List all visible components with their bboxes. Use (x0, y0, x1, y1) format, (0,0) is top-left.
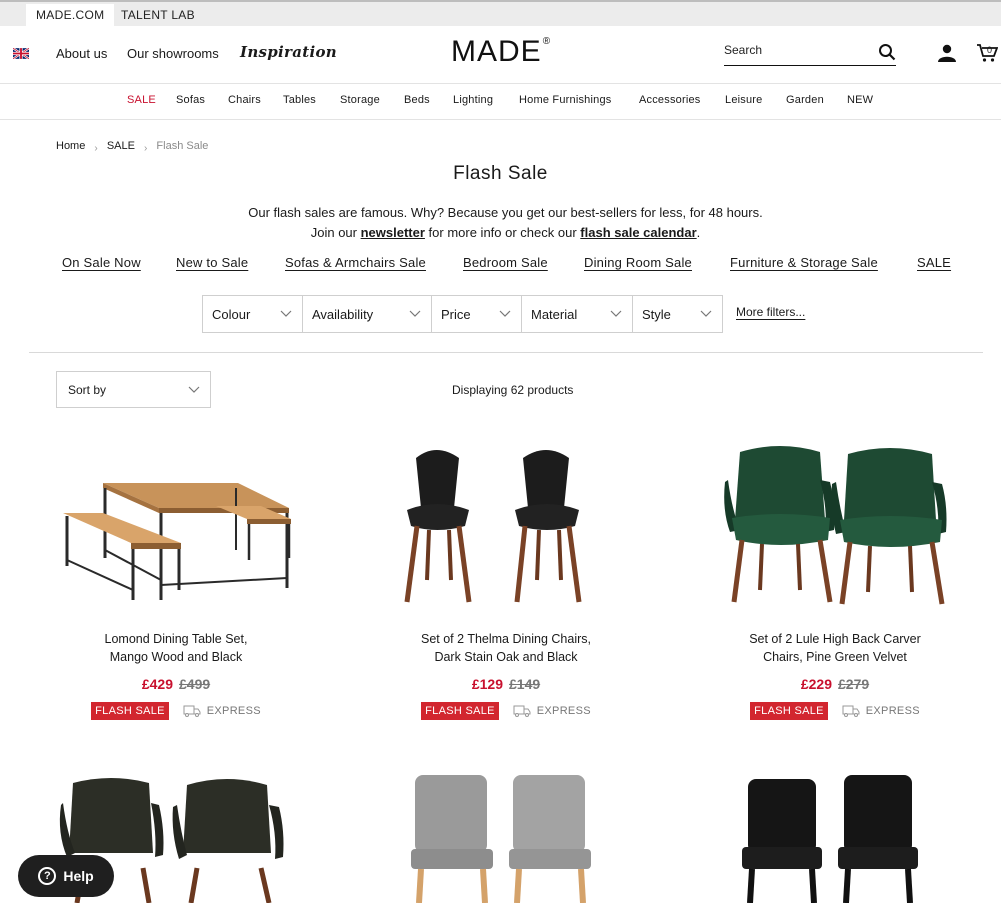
product-image[interactable] (670, 440, 1000, 620)
help-button[interactable]: ? Help (18, 855, 114, 897)
nav-chairs[interactable]: Chairs (228, 94, 261, 106)
category-dining-room-sale[interactable]: Dining Room Sale (584, 255, 692, 270)
nav-sofas[interactable]: Sofas (176, 94, 205, 106)
site-switcher: MADE.COM TALENT LAB (0, 0, 1001, 26)
category-sale[interactable]: SALE (917, 255, 951, 270)
flash-sale-badge: FLASH SALE (750, 702, 828, 720)
intro-line-1: Our flash sales are famous. Why? Because… (248, 205, 763, 220)
product-image[interactable] (670, 773, 1000, 903)
express-delivery-label: EXPRESS (206, 705, 261, 717)
divider (29, 352, 983, 353)
nav-leisure[interactable]: Leisure (725, 94, 762, 106)
account-icon[interactable] (937, 44, 957, 62)
category-on-sale-now[interactable]: On Sale Now (62, 255, 141, 270)
product-badges: FLASH SALE EXPRESS (341, 702, 671, 720)
breadcrumb: Home › SALE › Flash Sale (56, 140, 209, 154)
product-image[interactable] (11, 440, 341, 620)
intro-line-2: Join our newsletter for more info or che… (310, 225, 701, 240)
chevron-down-icon (188, 386, 200, 393)
nav-garden[interactable]: Garden (786, 94, 824, 106)
was-price: £279 (838, 676, 870, 692)
product-badges: FLASH SALE EXPRESS (670, 702, 1000, 720)
product-badges: FLASH SALE EXPRESS (11, 702, 341, 720)
sale-price: £129 (471, 676, 503, 692)
flash-sale-calendar-link[interactable]: flash sale calendar (580, 225, 696, 240)
basket-count: 0 (987, 45, 993, 55)
flash-sale-badge: FLASH SALE (91, 702, 169, 720)
made-logo[interactable]: MADE® (451, 35, 551, 69)
filter-bar: Colour Availability Price Material Style (202, 295, 723, 333)
showrooms-link[interactable]: Our showrooms (127, 46, 219, 61)
nav-accessories[interactable]: Accessories (639, 94, 701, 106)
nav-storage[interactable]: Storage (340, 94, 380, 106)
page-intro: Our flash sales are famous. Why? Because… (0, 203, 1001, 243)
sale-price: £229 (800, 676, 832, 692)
nav-tables[interactable]: Tables (283, 94, 316, 106)
tab-made-com[interactable]: MADE.COM (26, 4, 115, 26)
product-image[interactable] (341, 773, 671, 903)
filter-style[interactable]: Style (632, 295, 723, 333)
nav-beds[interactable]: Beds (404, 94, 430, 106)
breadcrumb-current: Flash Sale (156, 140, 209, 152)
was-price: £499 (179, 676, 211, 692)
search-input[interactable] (724, 40, 864, 57)
nav-sale[interactable]: SALE (127, 94, 156, 106)
product-name[interactable]: Set of 2 Thelma Dining Chairs, Dark Stai… (341, 630, 671, 666)
express-delivery-label: EXPRESS (865, 705, 920, 717)
results-count: Displaying 62 products (452, 383, 574, 397)
tab-talent-lab[interactable]: TALENT LAB (111, 4, 205, 26)
truck-icon (842, 705, 860, 717)
product-name[interactable]: Set of 2 Lule High Back Carver Chairs, P… (670, 630, 1000, 666)
express-delivery-label: EXPRESS (536, 705, 591, 717)
chevron-down-icon (610, 310, 622, 317)
category-new-to-sale[interactable]: New to Sale (176, 255, 248, 270)
main-navigation: SALE Sofas Chairs Tables Storage Beds Li… (0, 84, 1001, 120)
nav-lighting[interactable]: Lighting (453, 94, 493, 106)
filter-material[interactable]: Material (521, 295, 633, 333)
category-sofas-armchairs-sale[interactable]: Sofas & Armchairs Sale (285, 255, 426, 270)
truck-icon (183, 705, 201, 717)
filter-availability[interactable]: Availability (302, 295, 432, 333)
uk-flag-icon[interactable] (13, 48, 29, 59)
chevron-right-icon: › (94, 143, 98, 154)
newsletter-link[interactable]: newsletter (361, 225, 425, 240)
search-bar (724, 40, 896, 66)
sale-price: £429 (141, 676, 173, 692)
chevron-down-icon (280, 310, 292, 317)
more-filters-link[interactable]: More filters... (736, 305, 805, 319)
category-bedroom-sale[interactable]: Bedroom Sale (463, 255, 548, 270)
page-title: Flash Sale (453, 163, 548, 184)
was-price: £149 (509, 676, 541, 692)
flash-sale-badge: FLASH SALE (421, 702, 499, 720)
category-furniture-storage-sale[interactable]: Furniture & Storage Sale (730, 255, 878, 270)
inspiration-link[interactable]: Inspiration (240, 43, 337, 61)
filter-price[interactable]: Price (431, 295, 522, 333)
product-image[interactable] (341, 440, 671, 620)
sort-by-select[interactable]: Sort by (56, 371, 211, 408)
chevron-right-icon: › (144, 143, 148, 154)
question-icon: ? (38, 867, 57, 885)
nav-home-furnishings[interactable]: Home Furnishings (519, 94, 611, 106)
site-header: About us Our showrooms Inspiration MADE®… (0, 26, 1001, 84)
product-price: £129 £149 (341, 676, 671, 692)
product-name[interactable]: Lomond Dining Table Set, Mango Wood and … (11, 630, 341, 666)
nav-new[interactable]: NEW (847, 94, 873, 106)
about-us-link[interactable]: About us (56, 46, 107, 61)
product-price: £429 £499 (11, 676, 341, 692)
chevron-down-icon (409, 310, 421, 317)
chevron-down-icon (499, 310, 511, 317)
truck-icon (513, 705, 531, 717)
filter-colour[interactable]: Colour (202, 295, 303, 333)
breadcrumb-sale[interactable]: SALE (107, 140, 135, 152)
breadcrumb-home[interactable]: Home (56, 140, 85, 152)
product-price: £229 £279 (670, 676, 1000, 692)
chevron-down-icon (700, 310, 712, 317)
search-icon[interactable] (878, 43, 896, 61)
